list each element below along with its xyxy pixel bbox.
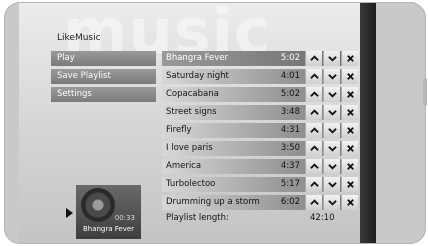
track-title: Copacabana	[166, 89, 219, 99]
playlist-row[interactable]: Copacabana 5:02	[162, 87, 358, 102]
chevron-down-icon	[327, 56, 337, 62]
menu-item-save-playlist[interactable]: Save Playlist	[51, 69, 156, 84]
move-down-button[interactable]	[323, 141, 340, 156]
chevron-up-icon	[309, 199, 319, 205]
chevron-up-icon	[309, 109, 319, 115]
track-title: Bhangra Fever	[166, 53, 229, 63]
move-up-button[interactable]	[305, 177, 322, 192]
album-art-disc-icon	[81, 188, 115, 222]
track-duration: 3:48	[280, 107, 300, 117]
close-icon	[346, 91, 354, 98]
playlist-row[interactable]: Bhangra Fever 5:02	[162, 51, 358, 66]
track-duration: 4:37	[280, 161, 300, 171]
move-up-button[interactable]	[305, 87, 322, 102]
main-menu: Play Save Playlist Settings	[51, 51, 156, 105]
chevron-down-icon	[327, 182, 337, 188]
playlist-row[interactable]: Saturday night 4:01	[162, 69, 358, 84]
remove-track-button[interactable]	[341, 177, 358, 192]
move-down-button[interactable]	[323, 177, 340, 192]
track-title: Saturday night	[166, 71, 229, 81]
move-up-button[interactable]	[305, 123, 322, 138]
remove-track-button[interactable]	[341, 159, 358, 174]
chevron-up-icon	[309, 145, 319, 151]
remove-track-button[interactable]	[341, 195, 358, 210]
track-title: Turbolectoo	[166, 179, 216, 189]
move-up-button[interactable]	[305, 69, 322, 84]
chevron-down-icon	[327, 128, 337, 134]
remove-track-button[interactable]	[341, 51, 358, 66]
chevron-down-icon	[327, 74, 337, 80]
playlist-row[interactable]: Turbolectoo 5:17	[162, 177, 358, 192]
track-title: Firefly	[166, 125, 192, 135]
chevron-down-icon	[327, 92, 337, 98]
track-duration: 5:17	[280, 179, 300, 189]
device-side-button	[423, 78, 427, 106]
move-down-button[interactable]	[323, 195, 340, 210]
chevron-down-icon	[327, 164, 337, 170]
remove-track-button[interactable]	[341, 123, 358, 138]
playlist-row[interactable]: Drumming up a storm 6:02	[162, 195, 358, 210]
move-up-button[interactable]	[305, 141, 322, 156]
track-duration: 6:02	[280, 197, 300, 207]
track-duration: 4:31	[280, 125, 300, 135]
remove-track-button[interactable]	[341, 87, 358, 102]
chevron-down-icon	[327, 200, 337, 206]
now-playing-panel[interactable]: 00:33 Bhangra Fever	[76, 185, 141, 239]
remove-track-button[interactable]	[341, 105, 358, 120]
chevron-up-icon	[309, 55, 319, 61]
chevron-up-icon	[309, 181, 319, 187]
playlist-row[interactable]: Firefly 4:31	[162, 123, 358, 138]
playlist-row[interactable]: America 4:37	[162, 159, 358, 174]
play-indicator-icon	[66, 208, 73, 218]
playlist-row[interactable]: Street signs 3:48	[162, 105, 358, 120]
chevron-up-icon	[309, 91, 319, 97]
remove-track-button[interactable]	[341, 69, 358, 84]
playlist-row[interactable]: I love paris 3:50	[162, 141, 358, 156]
chevron-up-icon	[309, 163, 319, 169]
chevron-down-icon	[327, 146, 337, 152]
move-down-button[interactable]	[323, 69, 340, 84]
remove-track-button[interactable]	[341, 141, 358, 156]
close-icon	[346, 145, 354, 152]
app-title: LikeMusic	[57, 33, 101, 43]
move-up-button[interactable]	[305, 159, 322, 174]
menu-item-play[interactable]: Play	[51, 51, 156, 66]
close-icon	[346, 199, 354, 206]
track-duration: 5:02	[280, 89, 300, 99]
playlist-length-value: 42:10	[310, 213, 335, 223]
close-icon	[346, 163, 354, 170]
playlist: Bhangra Fever 5:02 Saturday night 4:01 Copac…	[162, 51, 358, 213]
move-down-button[interactable]	[323, 105, 340, 120]
move-up-button[interactable]	[305, 51, 322, 66]
move-down-button[interactable]	[323, 123, 340, 138]
menu-item-settings[interactable]: Settings	[51, 87, 156, 102]
track-title: I love paris	[166, 143, 213, 153]
track-title: Drumming up a storm	[166, 197, 260, 207]
playlist-length-label: Playlist length:	[166, 213, 229, 223]
chevron-down-icon	[327, 110, 337, 116]
move-down-button[interactable]	[323, 159, 340, 174]
chevron-up-icon	[309, 73, 319, 79]
now-playing-title: Bhangra Fever	[82, 225, 135, 233]
track-title: America	[166, 161, 202, 171]
move-up-button[interactable]	[305, 195, 322, 210]
track-duration: 5:02	[280, 53, 300, 63]
move-up-button[interactable]	[305, 105, 322, 120]
close-icon	[346, 127, 354, 134]
now-playing-time: 00:33	[114, 214, 135, 222]
track-duration: 4:01	[280, 71, 300, 81]
close-icon	[346, 73, 354, 80]
close-icon	[346, 55, 354, 62]
track-title: Street signs	[166, 107, 217, 117]
chevron-up-icon	[309, 127, 319, 133]
move-down-button[interactable]	[323, 51, 340, 66]
close-icon	[346, 181, 354, 188]
move-down-button[interactable]	[323, 87, 340, 102]
screen-right-edge	[360, 3, 376, 243]
track-duration: 3:50	[280, 143, 300, 153]
close-icon	[346, 109, 354, 116]
